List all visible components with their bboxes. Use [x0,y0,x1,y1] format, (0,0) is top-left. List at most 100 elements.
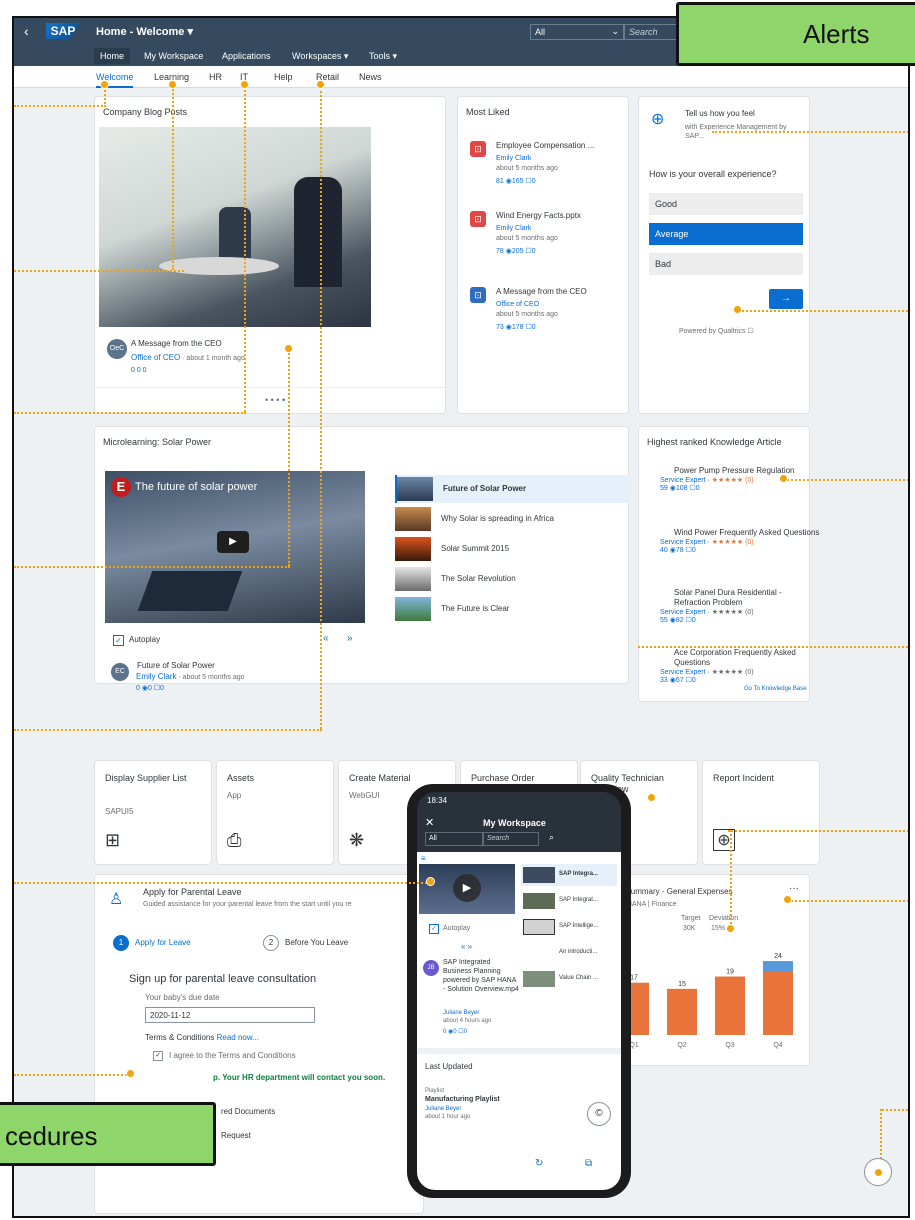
playlist-type: Playlist [425,1088,445,1094]
knowledge-base-link[interactable]: Go To Knowledge Base [744,686,807,692]
terms-label: Terms & Conditions Read now... [145,1033,259,1042]
knowledge-item[interactable]: Ace Corporation Frequently Asked Questio… [660,648,820,684]
playlist-item[interactable]: The Solar Revolution [395,565,631,593]
step-2-label[interactable]: Before You Leave [285,938,348,947]
video-player[interactable]: E The future of solar power ▶ [105,471,365,623]
microlearning-title: Microlearning: Solar Power [103,437,212,447]
play-icon[interactable]: ▶ [453,874,481,902]
close-icon[interactable]: ✕ [425,816,434,829]
menu-icon[interactable]: ≡ [421,854,426,863]
phone-playlist-item[interactable]: Value Chain ... [521,968,617,990]
menu-tools[interactable]: Tools ▾ [369,51,397,62]
phone-scope-select[interactable]: All [425,832,483,846]
required-documents[interactable]: red Documents [221,1107,275,1116]
knowledge-item[interactable]: Solar Panel Dura Residential - Refractio… [660,588,820,624]
scroll-top-button[interactable] [864,1158,892,1186]
sap-logo: SAP [46,23,80,39]
tile-assets[interactable]: Assets App ⎙ [216,760,334,865]
refresh-icon[interactable]: ↻ [535,1158,543,1169]
survey-option-average[interactable]: Average [649,223,803,245]
due-date-input[interactable]: 2020-11-12 [145,1007,315,1023]
survey-submit-button[interactable]: → [769,289,803,309]
carousel-pager[interactable]: • • • • [265,395,285,405]
target-label: Target [681,915,701,922]
step-2-badge[interactable]: 2 [263,935,279,951]
phone-playlist-item[interactable]: An introducti... [521,942,617,964]
previous-icon[interactable]: « [323,633,329,644]
menu-home[interactable]: Home [94,48,131,64]
phone-search-input[interactable]: Search [483,832,539,846]
request-item[interactable]: Request [221,1131,251,1140]
consultation-heading[interactable]: Sign up for parental leave consultation [129,973,316,985]
autoplay-checkbox[interactable]: ✓ [113,635,124,646]
knowledge-item[interactable]: Wind Power Frequently Asked Questions Se… [660,528,820,554]
document-icon: ⊡ [470,211,486,227]
survey-option-good[interactable]: Good [649,193,803,215]
microlearning-card: Microlearning: Solar Power E The future … [94,426,631,684]
avatar: JB [423,960,439,976]
phone-autoplay-checkbox[interactable]: ✓ [429,924,439,934]
liked-item-title[interactable]: Employee Compensation ... [496,141,594,150]
back-icon[interactable]: ‹ [24,23,29,39]
playlist-author[interactable]: Juliane Beyer [425,1106,461,1112]
step-1-badge[interactable]: 1 [113,935,129,951]
tab-news[interactable]: News [359,72,382,82]
tile-report-incident[interactable]: Report Incident ⊕ [702,760,820,865]
more-icon[interactable]: ··· [789,883,799,894]
qualtrics-link[interactable]: Powered by Qualtrics ☐ [679,327,754,335]
phone-post-time: about 4 hours ago [443,1018,492,1024]
next-icon[interactable]: » [347,633,353,644]
menu-applications[interactable]: Applications [222,51,271,61]
menu-my-workspace[interactable]: My Workspace [144,51,203,61]
playlist-time: about 1 hour ago [425,1114,471,1120]
blog-card-title: Company Blog Posts [103,107,188,117]
bar-highlight [763,961,793,972]
playlist-item[interactable]: Solar Summit 2015 [395,535,631,563]
survey-option-bad[interactable]: Bad [649,253,803,275]
annotation-line [784,479,908,481]
step-1-label[interactable]: Apply for Leave [135,938,191,947]
playlist-title[interactable]: Manufacturing Playlist [425,1096,500,1103]
phone-playlist-item[interactable]: SAP Intellige... [521,916,617,938]
tab-hr[interactable]: HR [209,72,222,82]
annotation-line [728,830,908,832]
playlist-item[interactable]: Why Solar is spreading in Africa [395,505,631,533]
survey-card: ⊕ Tell us how you feel with Experience M… [638,96,810,414]
due-date-label: Your baby's due date [145,993,220,1002]
ml-author-link[interactable]: Emily Clark [136,672,176,681]
blog-author-link[interactable]: Office of CEO [131,353,180,362]
phone-playlist-item[interactable]: SAP Integrat... [521,890,617,912]
playlist-item[interactable]: Future of Solar Power [395,475,631,503]
bar-q3[interactable] [715,976,745,1035]
playlist-item[interactable]: The Future is Clear [395,595,631,623]
liked-item-author[interactable]: Emily Clark [496,155,531,162]
phone-video[interactable]: ▶ [419,864,515,914]
annotation-point [647,793,656,802]
liked-item-title[interactable]: Wind Energy Facts.pptx [496,211,581,220]
globe-icon: ⊕ [651,111,665,128]
liked-item-author[interactable]: Emily Clark [496,225,531,232]
search-scope-select[interactable]: All ⌄ [530,24,624,40]
tabs-icon[interactable]: ⧉ [585,1158,592,1169]
tab-help[interactable]: Help [274,72,293,82]
blog-hero-image[interactable] [99,127,371,327]
page-title[interactable]: Home - Welcome ▾ [96,25,193,38]
menu-workspaces[interactable]: Workspaces ▾ [292,51,348,62]
liked-item-author[interactable]: Office of CEO [496,301,539,308]
copilot-icon[interactable]: © [587,1102,611,1126]
phone-post-author[interactable]: Juliane Beyer [443,1010,479,1016]
previous-icon[interactable]: « » [461,942,472,951]
liked-item-time: about 5 months ago [496,165,558,172]
search-icon[interactable]: ⌕ [549,832,554,843]
bar-q2[interactable] [667,988,697,1035]
phone-post-title[interactable]: SAP Integrated Business Planning powered… [443,958,519,994]
bar-q4[interactable] [763,961,793,1035]
ml-post-title[interactable]: Future of Solar Power [137,661,215,670]
blog-post-title[interactable]: A Message from the CEO [131,339,222,348]
phone-playlist-item[interactable]: SAP Integra... [521,864,617,886]
liked-item-title[interactable]: A Message from the CEO [496,287,587,296]
play-icon[interactable]: ▶ [217,531,249,553]
tile-display-supplier-list[interactable]: Display Supplier List SAPUI5 ⊞ [94,760,212,865]
read-now-link[interactable]: Read now... [217,1033,259,1042]
agree-checkbox[interactable]: ✓ [153,1051,163,1061]
